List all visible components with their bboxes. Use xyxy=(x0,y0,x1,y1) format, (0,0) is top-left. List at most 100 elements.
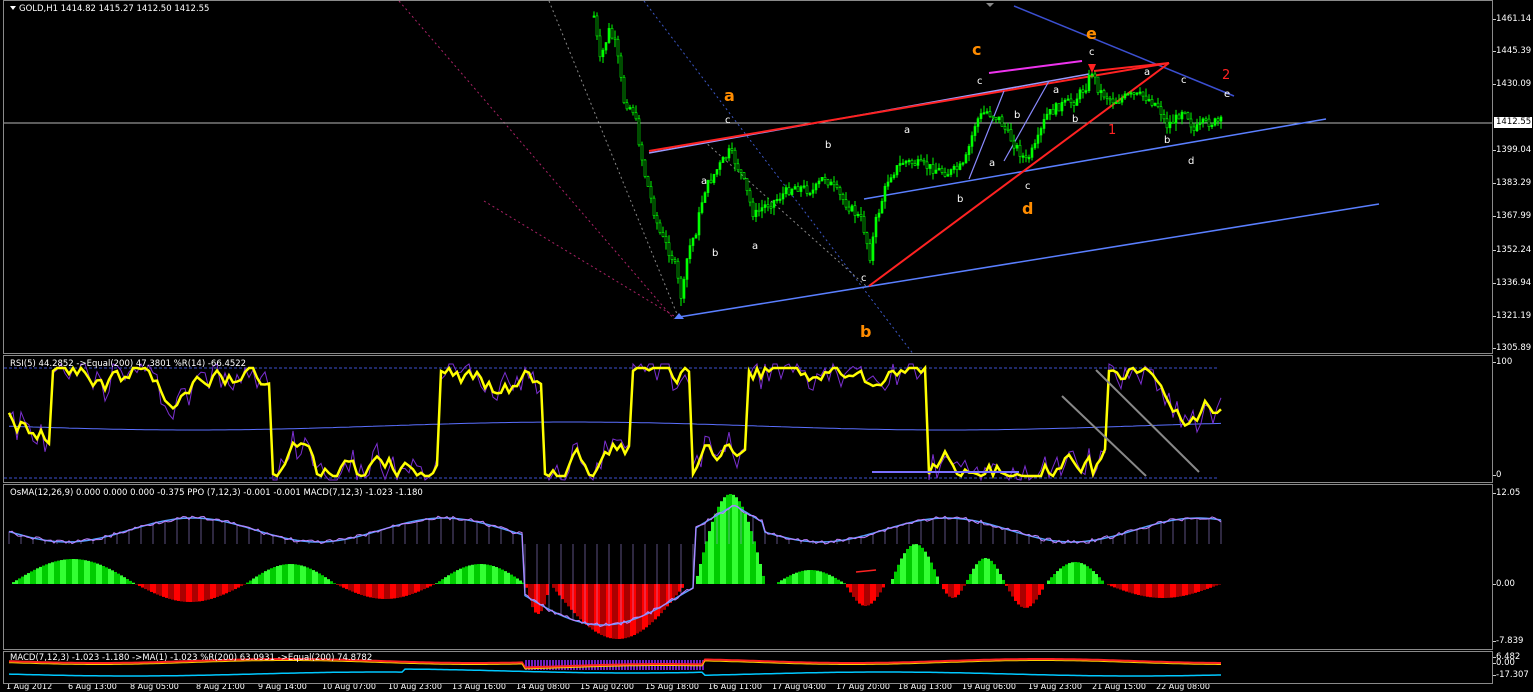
osma-bar xyxy=(1209,584,1212,588)
macd-pane[interactable]: MACD(7,12,3) -1.023 -1.180 ->MA(1) -1.02… xyxy=(0,651,1533,684)
rsi-plot[interactable]: RSI(5) 44.2852 ->Equal(200) 47.3801 %R(1… xyxy=(3,355,1493,483)
osma-bar xyxy=(618,584,621,639)
symbol-ohlc-text: GOLD,H1 1414.82 1415.27 1412.50 1412.55 xyxy=(19,4,210,14)
time-tick: 8 Aug 21:00 xyxy=(196,684,245,691)
osma-bar xyxy=(1008,584,1011,592)
candle-body xyxy=(1102,90,1106,98)
candle-body xyxy=(1213,118,1217,126)
osma-bar xyxy=(504,571,507,584)
price-tick: 1321.19 xyxy=(1492,311,1532,321)
time-tick: 18 Aug 13:00 xyxy=(898,684,952,691)
wave-label-a4: a xyxy=(989,158,995,169)
price-tick: 1383.29 xyxy=(1492,178,1532,188)
osma-bar xyxy=(1188,584,1191,595)
candle-body xyxy=(808,193,812,196)
osma-bar xyxy=(153,584,156,594)
osma-bar xyxy=(276,566,279,584)
candle-body xyxy=(1078,89,1082,100)
osma-bar xyxy=(645,584,648,628)
wave-label-b5: b xyxy=(1072,114,1078,125)
candle-body xyxy=(817,180,821,185)
osma-bar xyxy=(912,544,915,584)
osma-bar xyxy=(120,575,123,584)
osma-bar xyxy=(495,567,498,584)
macd-scale[interactable]: 6.482 0.00 -17.307 xyxy=(1492,651,1533,684)
osma-bar xyxy=(750,531,753,584)
candle-body xyxy=(1075,98,1079,106)
osma-plot[interactable]: OsMA(12,26,9) 0.000 0.000 0.000 -0.375 P… xyxy=(3,484,1493,650)
osma-bar xyxy=(144,584,147,590)
osma-bar xyxy=(366,584,369,597)
osma-bar xyxy=(342,584,345,588)
candle-body xyxy=(745,178,749,192)
candle-body xyxy=(1126,93,1130,96)
price-tick: 1336.94 xyxy=(1492,278,1532,288)
time-tick: 10 Aug 07:00 xyxy=(322,684,376,691)
osma-bar xyxy=(702,552,705,584)
candle-body xyxy=(730,148,734,151)
wave-label-b6: b xyxy=(1164,135,1170,146)
main-chart-pane[interactable]: a b c d e 1 2 c a b a b c a b c a b c a … xyxy=(0,0,1533,354)
osma-bar xyxy=(681,584,684,588)
osma-bar xyxy=(402,584,405,597)
osma-scale[interactable]: 12.05 0.00 -7.839 xyxy=(1492,484,1533,650)
rsi-header: RSI(5) 44.2852 ->Equal(200) 47.3801 %R(1… xyxy=(10,359,247,369)
candle-body xyxy=(862,216,866,233)
osma-bar xyxy=(873,584,876,601)
candle-body xyxy=(823,177,827,180)
osma-bar xyxy=(603,584,606,637)
candle-body xyxy=(1198,122,1202,125)
osma-pane[interactable]: OsMA(12,26,9) 0.000 0.000 0.000 -0.375 P… xyxy=(0,484,1533,650)
main-price-scale[interactable]: 1461.14 1445.39 1430.09 1399.04 1383.29 … xyxy=(1492,0,1533,354)
osma-bar xyxy=(1143,584,1146,597)
osma-bar xyxy=(489,565,492,584)
candle-body xyxy=(1099,90,1103,93)
wave-label-b4: b xyxy=(1014,110,1020,121)
candle-body xyxy=(1096,76,1100,93)
main-chart-plot[interactable]: a b c d e 1 2 c a b a b c a b c a b c a … xyxy=(3,0,1493,354)
candle-body xyxy=(772,200,776,208)
osma-bar xyxy=(969,574,972,584)
osma-bar xyxy=(900,558,903,584)
candle-body xyxy=(667,242,671,256)
osma-bar xyxy=(870,584,873,604)
osma-bar xyxy=(945,584,948,594)
osma-bar xyxy=(1089,568,1092,584)
candle-body xyxy=(796,186,800,192)
time-axis[interactable]: 1 Aug 2012 6 Aug 13:00 8 Aug 05:00 8 Aug 21… xyxy=(0,684,1533,692)
osma-bar xyxy=(195,584,198,602)
candle-body xyxy=(1174,114,1178,124)
osma-bar xyxy=(297,564,300,584)
osma-bar xyxy=(840,581,843,584)
osma-bar xyxy=(978,560,981,584)
wave-label-c4: c xyxy=(1025,181,1031,192)
candle-body xyxy=(1015,144,1019,149)
osma-bar xyxy=(1173,584,1176,598)
candle-body xyxy=(1123,93,1127,99)
candle-body xyxy=(883,185,887,202)
candle-body xyxy=(838,187,842,195)
price-tick: 1352.24 xyxy=(1492,245,1532,255)
candle-body xyxy=(988,111,992,117)
macd-plot[interactable]: MACD(7,12,3) -1.023 -1.180 ->MA(1) -1.02… xyxy=(3,651,1493,684)
wave-label-2: 2 xyxy=(1222,68,1230,83)
osma-bar xyxy=(486,564,489,584)
osma-bar xyxy=(936,576,939,584)
osma-bar xyxy=(57,560,60,584)
osma-bar xyxy=(1068,563,1071,584)
osma-bar xyxy=(222,584,225,595)
osma-bar xyxy=(777,582,780,584)
osma-bar xyxy=(576,584,579,617)
osma-bar xyxy=(99,564,102,584)
dropdown-triangle-icon[interactable] xyxy=(10,6,16,10)
osma-bar xyxy=(135,584,138,585)
osma-bar xyxy=(1101,580,1104,584)
rsi-pane[interactable]: RSI(5) 44.2852 ->Equal(200) 47.3801 %R(1… xyxy=(0,355,1533,483)
osma-bar xyxy=(111,570,114,584)
osma-bar xyxy=(1065,564,1068,584)
osma-bar xyxy=(132,582,135,584)
candle-body xyxy=(889,177,893,183)
candle-body xyxy=(973,126,977,136)
rsi-scale[interactable]: 100 0 xyxy=(1492,355,1533,483)
wave-label-c1: c xyxy=(725,115,731,126)
